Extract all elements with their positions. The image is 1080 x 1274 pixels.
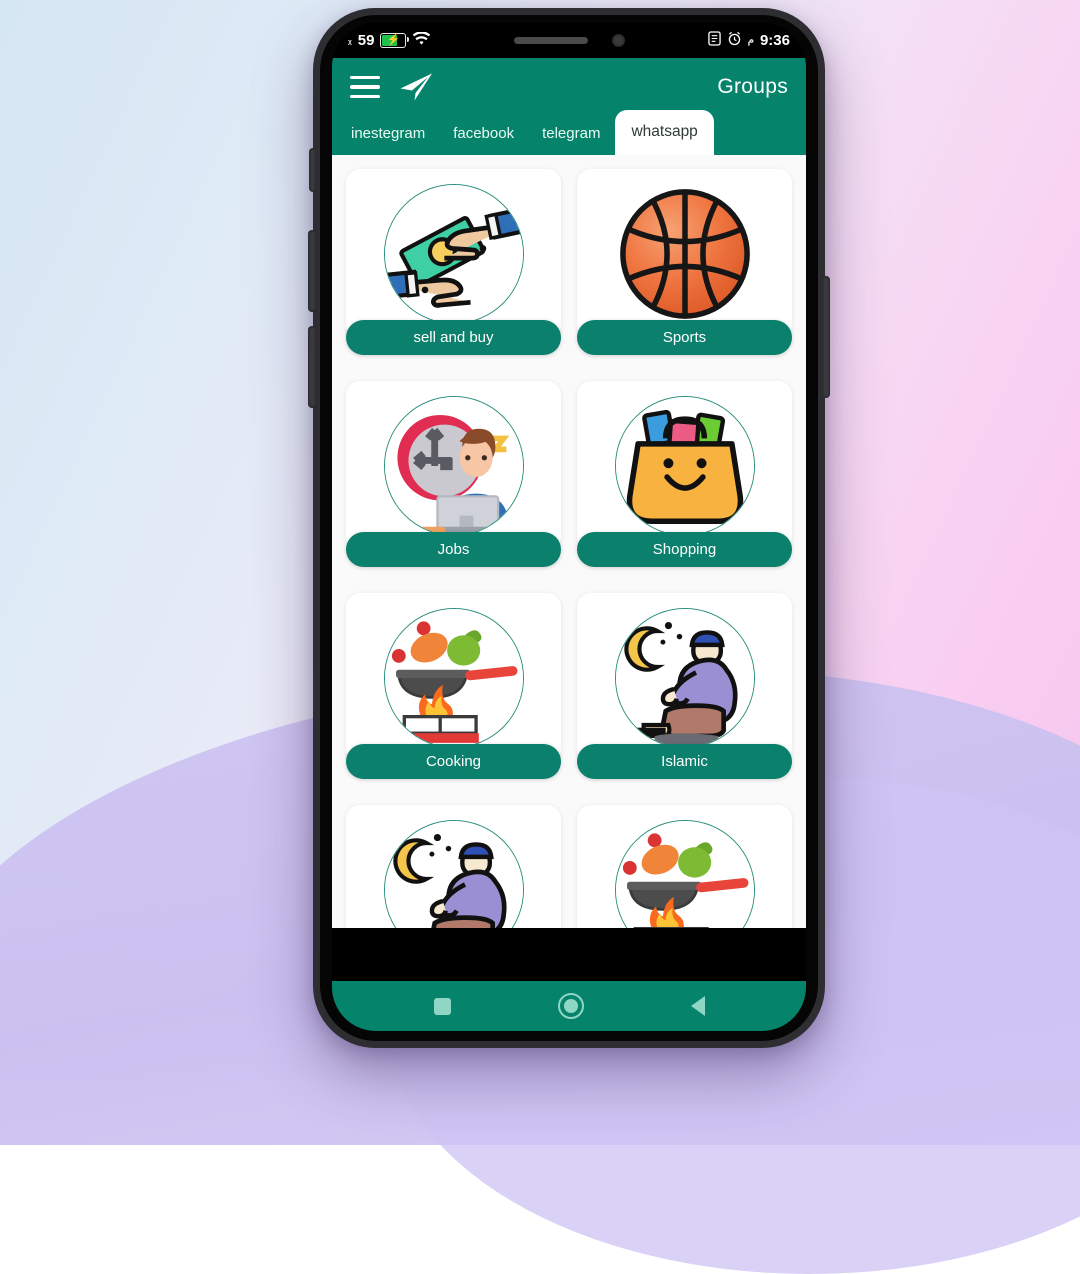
battery-charging-icon: ⚡ — [380, 33, 410, 48]
money-exchange-hands-icon — [383, 184, 524, 324]
group-label-sports[interactable]: Sports — [577, 320, 792, 355]
sim-card-icon — [708, 31, 721, 50]
group-card-image — [346, 169, 561, 339]
group-card-image — [346, 805, 561, 928]
group-card-image — [577, 381, 792, 551]
meridiem-label: م — [747, 35, 754, 46]
clock-time: 9:36 — [759, 32, 790, 49]
alarm-clock-icon — [727, 31, 742, 50]
group-card[interactable]: Jobs — [346, 381, 561, 567]
status-bar: ᵪ 59 ⚡ م 9:36 — [332, 23, 806, 58]
group-card-image — [346, 593, 561, 763]
group-label-cooking[interactable]: Cooking — [346, 744, 561, 779]
volume-up-button[interactable] — [308, 230, 316, 312]
power-button[interactable] — [822, 276, 830, 398]
frying-pan-fire-icon — [383, 608, 524, 748]
front-camera — [611, 33, 625, 47]
page-title: Groups — [717, 75, 788, 98]
tab-telegram[interactable]: telegram — [529, 113, 613, 155]
tab-whatsapp[interactable]: whatsapp — [615, 110, 714, 155]
group-card-image — [577, 805, 792, 928]
group-label-shopping[interactable]: Shopping — [577, 532, 792, 567]
praying-person-crescent-icon — [383, 820, 524, 928]
app-bar: Groups — [332, 58, 806, 110]
earpiece-speaker — [513, 36, 588, 44]
group-card[interactable]: sell and buy — [346, 169, 561, 355]
status-bar-right: م 9:36 — [708, 31, 790, 50]
group-card[interactable]: Cooking — [346, 593, 561, 779]
tab-inestegram[interactable]: inestegram — [338, 113, 438, 155]
group-label-islamic[interactable]: Islamic — [577, 744, 792, 779]
group-card-image — [577, 169, 792, 339]
silence-switch-button[interactable] — [309, 148, 316, 192]
square-recents-icon[interactable] — [433, 997, 451, 1015]
praying-person-crescent-icon — [614, 608, 755, 748]
shopping-bag-icon — [614, 396, 755, 536]
groups-grid-container[interactable]: sell and buy Sports Jobs Shopping Cookin… — [332, 155, 806, 928]
group-card[interactable] — [577, 805, 792, 928]
group-card[interactable]: Islamic — [577, 593, 792, 779]
groups-grid: sell and buy Sports Jobs Shopping Cookin… — [346, 169, 792, 928]
office-worker-clock-icon — [383, 396, 524, 536]
wifi-icon — [412, 30, 431, 50]
hamburger-menu-icon[interactable] — [350, 75, 380, 99]
status-bar-left: ᵪ 59 ⚡ — [348, 30, 431, 50]
group-label-sell-and-buy[interactable]: sell and buy — [346, 320, 561, 355]
paper-plane-icon[interactable] — [398, 72, 434, 102]
group-card[interactable]: Shopping — [577, 381, 792, 567]
app-bar-left — [350, 72, 434, 102]
battery-percentage: 59 — [357, 32, 375, 49]
phone-notch — [465, 23, 673, 57]
signal-icon: ᵪ — [348, 35, 352, 46]
tab-facebook[interactable]: facebook — [440, 113, 527, 155]
group-label-jobs[interactable]: Jobs — [346, 532, 561, 567]
circle-home-icon[interactable] — [557, 993, 584, 1019]
android-navigation-bar — [332, 981, 806, 1031]
group-card-image — [577, 593, 792, 763]
volume-down-button[interactable] — [308, 326, 316, 408]
phone-mockup-frame: ᵪ 59 ⚡ م 9:36 Groups inestegram facebook… — [308, 8, 830, 1048]
phone-screen: ᵪ 59 ⚡ م 9:36 Groups inestegram facebook… — [332, 23, 806, 1031]
group-card-image — [346, 381, 561, 551]
basketball-icon — [615, 185, 754, 323]
tab-bar: inestegram facebook telegram whatsapp — [332, 110, 806, 155]
group-card[interactable] — [346, 805, 561, 928]
frying-pan-fire-icon — [614, 820, 755, 928]
group-card[interactable]: Sports — [577, 169, 792, 355]
triangle-back-icon[interactable] — [690, 996, 705, 1016]
